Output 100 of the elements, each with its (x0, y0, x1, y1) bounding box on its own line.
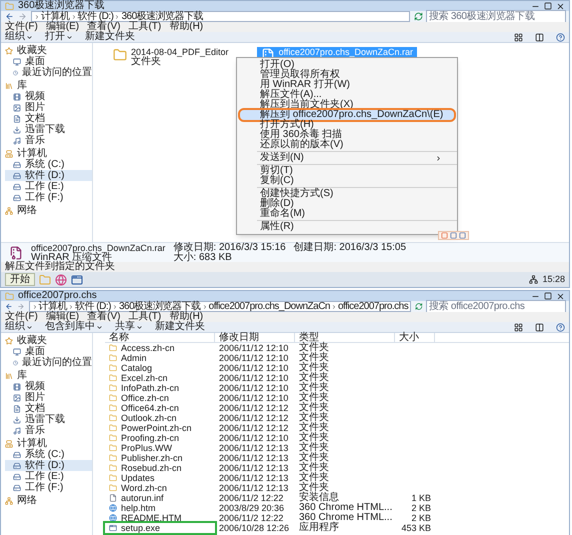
toolbar-button[interactable]: 包含到库中 (45, 322, 103, 332)
context-menu-item[interactable]: 重命名(M) (240, 209, 454, 219)
context-menu-item[interactable]: 管理员取得所有权 (240, 70, 454, 80)
column-header[interactable]: 名称 (105, 332, 215, 342)
search-field[interactable]: 搜索 office2007pro.chs (427, 301, 565, 312)
toolbar-button[interactable]: 共享 (115, 322, 143, 332)
menu-item[interactable]: 查看(V) (87, 312, 120, 322)
file-name-cell[interactable]: Admin (105, 353, 215, 363)
context-menu-item[interactable]: 用 WinRAR 打开(W) (240, 80, 454, 90)
file-name-cell[interactable]: Rosebud.zh-cn (105, 463, 215, 473)
file-name-cell[interactable]: ProPlus.WW (105, 443, 215, 453)
nav-item[interactable]: 工作 (E:) (5, 471, 92, 482)
file-item[interactable]: 2014-08-04_PDF_Editor 文件夹 (109, 47, 233, 67)
toolbar-button[interactable]: 新建文件夹 (155, 322, 205, 332)
menu-item[interactable]: 编辑(E) (46, 22, 80, 32)
nav-item[interactable]: 收藏夹 (5, 335, 92, 346)
nav-item[interactable]: 网络 (5, 205, 92, 216)
nav-item[interactable]: 音乐 (5, 425, 92, 436)
file-name-cell[interactable]: Excel.zh-cn (105, 373, 215, 383)
clock[interactable]: 15:28 (542, 275, 565, 284)
context-menu-item[interactable]: 剪切(T) (240, 166, 454, 176)
context-menu-item[interactable]: 复制(C) (240, 176, 454, 186)
toolbar-button[interactable]: 组织 (5, 322, 33, 332)
context-menu-item[interactable]: 打开(O) (240, 60, 454, 70)
nav-item[interactable]: 最近访问的位置 (5, 67, 92, 78)
toolbar-button[interactable]: 组织 (5, 32, 33, 42)
breadcrumb-item[interactable]: 计算机 (41, 12, 70, 22)
nav-item[interactable]: 库 (5, 370, 92, 381)
nav-item[interactable]: 图片 (5, 392, 92, 403)
menu-item[interactable]: 文件(F) (5, 22, 38, 32)
nav-item[interactable]: 文档 (5, 113, 92, 124)
file-name-cell[interactable]: Proofing.zh-cn (105, 433, 215, 443)
context-menu-item[interactable]: 使用 360杀毒 扫描 (240, 130, 454, 140)
menu-item[interactable]: 帮助(H) (169, 22, 204, 32)
nav-item[interactable]: 桌面 (5, 56, 92, 67)
breadcrumb-item[interactable]: 计算机 (38, 302, 67, 312)
nav-item[interactable]: 视频 (5, 91, 92, 102)
search-field[interactable]: 搜索 360极速浏览器下载 (427, 11, 565, 22)
menu-item[interactable]: 查看(V) (87, 22, 120, 32)
file-name-cell[interactable]: Outlook.zh-cn (105, 413, 215, 423)
address-bar[interactable]: 计算机 软件 (D:) 360极速浏览器下载 (31, 11, 410, 22)
breadcrumb-item[interactable]: 360极速浏览器下载 (118, 302, 201, 312)
file-name-cell[interactable]: help.htm (105, 503, 215, 513)
column-header[interactable]: 修改日期 (215, 332, 295, 342)
file-name-cell[interactable]: Updates (105, 473, 215, 483)
file-name-cell[interactable]: Catalog (105, 363, 215, 373)
file-name-cell[interactable]: Publisher.zh-cn (105, 453, 215, 463)
nav-item[interactable]: 视频 (5, 381, 92, 392)
nav-item[interactable]: 图片 (5, 102, 92, 113)
breadcrumb-item[interactable]: 软件 (D:) (75, 302, 111, 312)
context-menu-item[interactable]: 还原以前的版本(V) (240, 140, 454, 150)
start-button[interactable]: 开始 (5, 273, 35, 286)
nav-item[interactable]: 桌面 (5, 346, 92, 357)
file-name-cell[interactable]: setup.exe (105, 523, 215, 533)
nav-item[interactable]: 最近访问的位置 (5, 357, 92, 368)
breadcrumb-item[interactable]: office2007pro.chs_DownZaCn (208, 302, 330, 312)
nav-item[interactable]: 文档 (5, 403, 92, 414)
nav-item[interactable]: 系统 (C:) (5, 449, 92, 460)
column-header[interactable]: 大小 (395, 332, 435, 342)
file-name-cell[interactable]: README.HTM (105, 513, 215, 523)
nav-item[interactable]: 软件 (D:) (5, 460, 92, 471)
toolbar-button[interactable]: 新建文件夹 (85, 32, 135, 42)
column-header[interactable]: 类型 (295, 332, 395, 342)
breadcrumb-item[interactable]: 软件 (D:) (78, 12, 114, 22)
nav-item[interactable]: 迅雷下载 (5, 414, 92, 425)
context-menu-item[interactable]: 删除(D) (240, 199, 454, 209)
file-name-cell[interactable]: PowerPoint.zh-cn (105, 423, 215, 433)
file-name-cell[interactable]: Access.zh-cn (105, 343, 215, 353)
context-menu-item[interactable]: 打开方式(H) (240, 120, 454, 130)
menu-item[interactable]: 工具(T) (128, 312, 162, 322)
type-cell-text: 文件夹 (298, 433, 330, 443)
context-menu-item[interactable]: 属性(R) (240, 222, 454, 232)
file-name-cell[interactable]: Office.zh-cn (105, 393, 215, 403)
nav-item[interactable]: 网络 (5, 495, 92, 506)
nav-item[interactable]: 库 (5, 80, 92, 91)
file-name-cell[interactable]: autorun.inf (105, 493, 215, 503)
nav-item[interactable]: 工作 (E:) (5, 181, 92, 192)
nav-item[interactable]: 系统 (C:) (5, 159, 92, 170)
file-name-cell[interactable]: InfoPath.zh-cn (105, 383, 215, 393)
nav-item[interactable]: 收藏夹 (5, 45, 92, 56)
address-bar[interactable]: 计算机 软件 (D:) 360极速浏览器下载 office2007pro.chs_DownZaCn office2007pro.chs (28, 301, 412, 312)
file-name-cell[interactable]: Word.zh-cn (105, 483, 215, 493)
nav-item[interactable]: 工作 (F:) (5, 192, 92, 203)
context-menu-item[interactable]: 发送到(N) (240, 153, 454, 163)
menu-item[interactable]: 工具(T) (128, 22, 162, 32)
menu-item[interactable]: 编辑(E) (46, 312, 80, 322)
menu-item[interactable]: 帮助(H) (169, 312, 204, 322)
menu-item[interactable]: 文件(F) (5, 312, 38, 322)
nav-item[interactable]: 音乐 (5, 135, 92, 146)
breadcrumb-item[interactable]: 360极速浏览器下载 (121, 12, 204, 22)
nav-item[interactable]: 计算机 (5, 438, 92, 449)
nav-item[interactable]: 工作 (F:) (5, 482, 92, 493)
context-menu-item[interactable]: 创建快捷方式(S) (240, 189, 454, 199)
breadcrumb-item[interactable]: office2007pro.chs (338, 302, 408, 312)
context-menu-item[interactable]: 解压文件(A)... (240, 90, 454, 100)
file-name-cell[interactable]: Office64.zh-cn (105, 403, 215, 413)
nav-item[interactable]: 迅雷下载 (5, 124, 92, 135)
toolbar-button[interactable]: 打开 (45, 32, 73, 42)
nav-item[interactable]: 软件 (D:) (5, 170, 92, 181)
nav-item[interactable]: 计算机 (5, 148, 92, 159)
